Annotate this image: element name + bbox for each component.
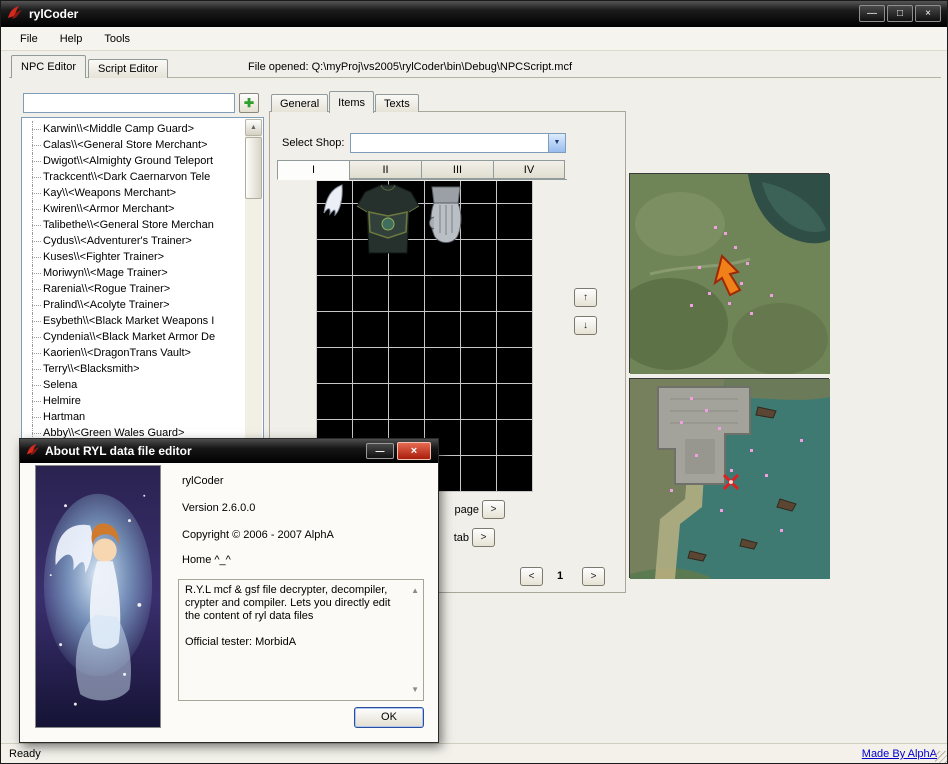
file-opened-label: File opened: Q:\myProj\vs2005\rylCoder\b…: [248, 61, 572, 73]
npc-search-input[interactable]: [23, 93, 235, 113]
next-page-button[interactable]: >: [482, 500, 505, 519]
npc-tree: Karwin\\<Middle Camp Guard>Calas\\<Gener…: [25, 121, 245, 441]
resize-grip[interactable]: [935, 751, 948, 764]
main-tab[interactable]: NPC Editor: [11, 55, 86, 78]
editor-tab[interactable]: General: [271, 94, 328, 112]
scroll-up-icon[interactable]: ▲: [245, 119, 262, 136]
about-description-box[interactable]: R.Y.L mcf & gsf file decrypter, decompil…: [178, 579, 424, 701]
shop-combobox[interactable]: ▼: [350, 133, 566, 153]
dialog-close-button[interactable]: ×: [397, 442, 431, 460]
wing-item-icon[interactable]: [318, 183, 352, 217]
armor-item-icon[interactable]: [353, 182, 423, 256]
minimize-button[interactable]: —: [859, 5, 885, 22]
pager-next-button[interactable]: >: [582, 567, 605, 586]
shop-tab[interactable]: II: [349, 160, 421, 179]
about-home-link[interactable]: Home ^_^: [182, 554, 231, 566]
ok-button[interactable]: OK: [354, 707, 424, 728]
gauntlet-item-icon[interactable]: [426, 183, 466, 253]
npc-list-item[interactable]: Selena: [25, 377, 245, 393]
main-tab-strip: NPC EditorScript Editor: [11, 55, 170, 78]
app-window: rylCoder — □ × FileHelpTools NPC EditorS…: [0, 0, 948, 764]
chevron-down-icon[interactable]: ▼: [548, 134, 565, 152]
editor-tab[interactable]: Texts: [375, 94, 419, 112]
npc-list-item[interactable]: Dwigot\\<Almighty Ground Teleport: [25, 153, 245, 169]
next-tab-button[interactable]: >: [472, 528, 495, 547]
made-by-link[interactable]: Made By AlphA: [862, 748, 937, 760]
menu-item[interactable]: File: [9, 29, 49, 49]
scroll-up-icon[interactable]: ▲: [411, 584, 419, 597]
npc-list-item[interactable]: Kay\\<Weapons Merchant>: [25, 185, 245, 201]
shop-tab[interactable]: IV: [493, 160, 565, 179]
shop-tab[interactable]: III: [421, 160, 493, 179]
about-description-text: R.Y.L mcf & gsf file decrypter, decompil…: [185, 584, 405, 623]
npc-list-item[interactable]: Moriwyn\\<Mage Trainer>: [25, 265, 245, 281]
world-map-image: [630, 174, 830, 374]
about-version: Version 2.6.0.0: [182, 502, 255, 514]
green-plus-icon: ✚: [244, 96, 254, 110]
menu-item[interactable]: Help: [49, 29, 94, 49]
about-dialog: About RYL data file editor — ×: [19, 438, 439, 743]
npc-list-item[interactable]: Hartman: [25, 409, 245, 425]
npc-list-item[interactable]: Pralind\\<Acolyte Trainer>: [25, 297, 245, 313]
search-go-button[interactable]: ✚: [239, 93, 259, 113]
window-title: rylCoder: [29, 7, 78, 21]
app-logo-icon: [26, 443, 40, 460]
npc-list-item[interactable]: Kaorien\\<DragonTrans Vault>: [25, 345, 245, 361]
app-logo-icon: [7, 5, 23, 24]
npc-list-item[interactable]: Cydus\\<Adventurer's Trainer>: [25, 233, 245, 249]
pager-current-page: 1: [550, 570, 570, 582]
npc-list-item[interactable]: Rarenia\\<Rogue Trainer>: [25, 281, 245, 297]
about-dialog-title: About RYL data file editor: [45, 444, 192, 458]
npc-list-item[interactable]: Calas\\<General Store Merchant>: [25, 137, 245, 153]
move-item-up-button[interactable]: ↑: [574, 288, 597, 307]
town-map-thumbnail[interactable]: [629, 378, 829, 578]
about-tester-text: Official tester: MorbidA: [185, 636, 405, 649]
close-button[interactable]: ×: [915, 5, 941, 22]
tab-label: tab: [439, 532, 469, 544]
npc-list-item[interactable]: Talibethe\\<General Store Merchan: [25, 217, 245, 233]
maximize-button[interactable]: □: [887, 5, 913, 22]
npc-list-item[interactable]: Terry\\<Blacksmith>: [25, 361, 245, 377]
move-item-down-button[interactable]: ↓: [574, 316, 597, 335]
npc-list-item[interactable]: Karwin\\<Middle Camp Guard>: [25, 121, 245, 137]
npc-list-item[interactable]: Trackcent\\<Dark Caernarvon Tele: [25, 169, 245, 185]
pager-prev-button[interactable]: <: [520, 567, 543, 586]
scroll-down-icon[interactable]: ▼: [411, 683, 419, 696]
shop-tab[interactable]: I: [277, 160, 349, 180]
status-text: Ready: [9, 748, 41, 760]
status-bar: Ready Made By AlphA: [1, 743, 948, 764]
about-dialog-title-bar: About RYL data file editor — ×: [20, 439, 438, 463]
menu-bar: FileHelpTools: [1, 27, 947, 51]
npc-list-item[interactable]: Helmire: [25, 393, 245, 409]
shop-tab-strip: IIIIIIIV: [277, 160, 567, 180]
scrollbar-thumb[interactable]: [245, 137, 262, 199]
main-tab[interactable]: Script Editor: [88, 59, 168, 78]
select-shop-label: Select Shop:: [282, 137, 344, 149]
shop-combobox-value: [354, 137, 545, 151]
npc-list-item[interactable]: Kwiren\\<Armor Merchant>: [25, 201, 245, 217]
dialog-minimize-button[interactable]: —: [366, 443, 394, 459]
npc-list-item[interactable]: Kuses\\<Fighter Trainer>: [25, 249, 245, 265]
editor-tab-strip: GeneralItemsTexts: [271, 90, 420, 112]
npc-list-item[interactable]: Cyndenia\\<Black Market Armor De: [25, 329, 245, 345]
about-app-name: rylCoder: [182, 475, 224, 487]
menu-item[interactable]: Tools: [93, 29, 141, 49]
editor-tab[interactable]: Items: [329, 91, 374, 113]
world-map-thumbnail[interactable]: [629, 173, 829, 373]
town-map-image: [630, 379, 830, 579]
npc-list-item[interactable]: Esybeth\\<Black Market Weapons I: [25, 313, 245, 329]
title-bar: rylCoder — □ ×: [1, 1, 947, 27]
page-label: page: [439, 504, 479, 516]
about-artwork-image: [35, 465, 161, 728]
about-copyright: Copyright © 2006 - 2007 AlphA: [182, 529, 334, 541]
